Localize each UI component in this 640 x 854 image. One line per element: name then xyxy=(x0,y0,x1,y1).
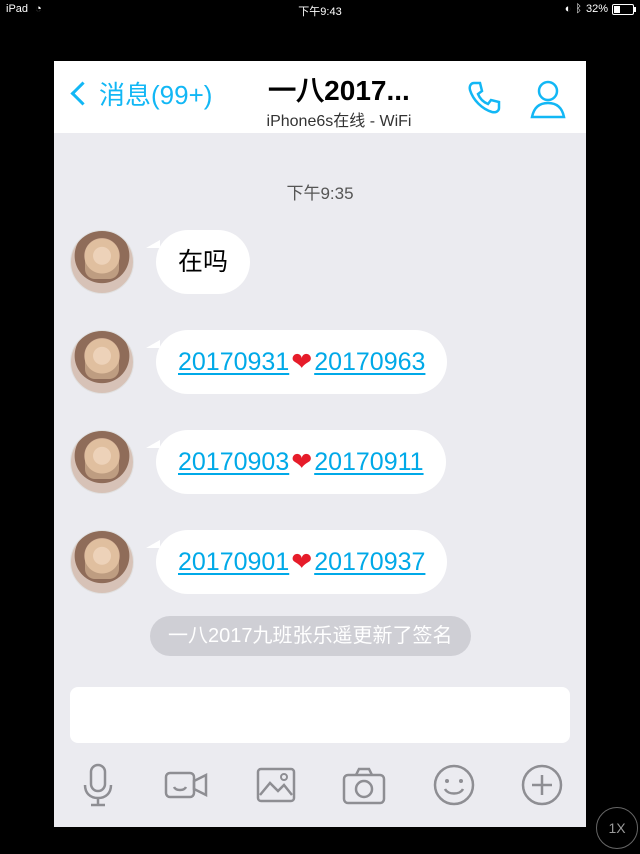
battery-icon xyxy=(612,3,636,15)
message-text: 在吗 xyxy=(178,248,229,276)
video-call-icon[interactable] xyxy=(162,761,210,809)
zoom-toggle-button[interactable]: 1X xyxy=(596,807,638,849)
chat-header: 消息(99+) 一八2017... iPhone6s在线 - WiFi xyxy=(54,61,586,133)
message-link[interactable]: 20170937 xyxy=(314,548,425,576)
message-bubble[interactable]: 20170931❤20170963 xyxy=(145,330,448,394)
battery-percent: 32% xyxy=(585,3,608,15)
message-bubble[interactable]: 20170901❤20170937 xyxy=(145,530,448,594)
microphone-icon[interactable] xyxy=(74,761,122,809)
image-icon[interactable] xyxy=(252,761,300,809)
status-time: 下午9:43 xyxy=(298,6,342,18)
heart-icon: ❤ xyxy=(291,348,313,376)
message-link[interactable]: 20170901 xyxy=(178,548,289,576)
message-link[interactable]: 20170931 xyxy=(178,348,289,376)
profile-icon[interactable] xyxy=(528,77,568,121)
message-input[interactable] xyxy=(70,687,570,743)
message-bubble[interactable]: 20170903❤20170911 xyxy=(146,430,446,494)
chat-subtitle: iPhone6s在线 - WiFi xyxy=(266,113,412,130)
chat-timestamp: 下午9:35 xyxy=(286,184,354,203)
chat-toolbar xyxy=(54,755,586,815)
status-bar: iPad ◔ 下午9:43 ◐ ᛒ 32% xyxy=(0,0,640,18)
avatar[interactable] xyxy=(70,430,134,494)
camera-icon[interactable] xyxy=(340,761,388,809)
plus-icon[interactable] xyxy=(518,761,566,809)
heart-icon: ❤ xyxy=(291,448,313,476)
back-button[interactable]: 消息(99+) xyxy=(66,75,212,112)
chat-screen: 消息(99+) 一八2017... iPhone6s在线 - WiFi 下午9:… xyxy=(54,61,586,827)
emoji-icon[interactable] xyxy=(430,761,478,809)
message-link[interactable]: 20170903 xyxy=(178,448,289,476)
avatar[interactable] xyxy=(70,230,134,294)
avatar[interactable] xyxy=(70,330,134,394)
chevron-left-icon xyxy=(70,81,95,106)
status-right: ◐ ᛒ 32% xyxy=(564,3,636,15)
phone-call-icon[interactable] xyxy=(464,77,504,117)
message-link[interactable]: 20170963 xyxy=(314,348,425,376)
message-link[interactable]: 20170911 xyxy=(314,448,423,476)
back-label: 消息(99+) xyxy=(99,80,213,110)
heart-icon: ❤ xyxy=(291,548,313,576)
bluetooth-icon: ᛒ xyxy=(575,3,582,15)
message-bubble[interactable]: 在吗 xyxy=(145,230,251,294)
avatar[interactable] xyxy=(70,530,134,594)
chat-title: 一八2017... xyxy=(268,75,410,106)
system-note: 一八2017九班张乐遥更新了签名 xyxy=(150,616,471,656)
lock-rotation-icon: ◐ xyxy=(564,3,572,15)
